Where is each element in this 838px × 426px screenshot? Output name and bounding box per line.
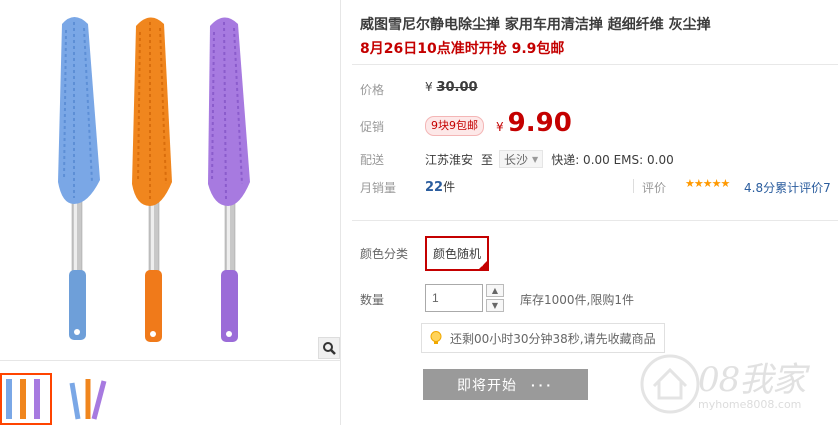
lightbulb-icon [430,331,442,344]
watermark-brand: 08我家 [698,360,806,400]
blue-duster [58,17,100,340]
quantity-increase-button[interactable]: ▲ [486,284,504,297]
rating-stars-icon: ★★★★★ [685,177,730,190]
ship-from: 江苏淮安 [425,152,474,167]
monthly-sales-unit: 件 [443,180,456,194]
currency-symbol: ¥ [425,80,433,94]
product-title: 威图雪尼尔静电除尘掸 家用车用清洁掸 超细纤维 灰尘掸 [360,17,711,33]
panel-divider [340,0,341,425]
thumbnail-strip [0,360,340,426]
check-icon: ✓ [480,261,486,269]
main-product-image [58,17,250,342]
chevron-down-icon: ▼ [532,154,539,164]
watermark-url: myhome8008.com [698,398,802,411]
monthly-sales-count: 22 [425,180,444,195]
house-logo-icon [640,354,700,414]
rating-score-link[interactable]: 4.8分累计评价7 [744,179,831,196]
shipping-fees: 快递: 0.00 EMS: 0.00 [551,152,674,167]
color-category-label: 颜色分类 [360,247,409,261]
price-label: 价格 [360,83,385,97]
original-price-value: 30.00 [436,80,478,95]
product-gallery [0,0,340,360]
stock-info: 库存1000件,限购1件 [520,293,634,307]
promo-badge: 9块9包邮 [425,116,484,136]
divider [352,64,838,65]
site-watermark: 08我家 myhome8008.com [640,340,838,425]
thumbnail-1[interactable] [0,373,52,425]
original-price: ¥ 30.00 [425,80,478,95]
delivery-label: 配送 [360,153,385,167]
city-select[interactable]: 长沙 ▼ [499,150,544,168]
orange-duster [132,17,172,342]
promo-price: ¥9.90 [496,108,572,138]
monthly-sales: 22件 [425,178,455,195]
magnifier-icon [323,342,336,355]
rating-label: 评价 [642,181,667,195]
quantity-label: 数量 [360,293,385,307]
color-option-random[interactable]: 颜色随机 ✓ [425,236,489,271]
product-subtitle: 8月26日10点准时开抢 9.9包邮 [360,41,565,57]
chevron-down-icon: ▼ [491,301,499,310]
countdown-notice: 还剩00小时30分钟38秒,请先收藏商品 [421,323,665,353]
ship-to-word: 至 [481,152,494,167]
coming-soon-label: 即将开始 [457,376,517,393]
divider [352,220,838,221]
promo-price-value: 9.90 [507,108,572,138]
color-option-label: 颜色随机 [432,247,481,261]
purple-duster [208,17,250,342]
countdown-text: 还剩00小时30分钟38秒,请先收藏商品 [450,331,656,346]
thumbnail-2[interactable] [64,373,116,425]
delivery-info: 江苏淮安 至 长沙 ▼ 快递: 0.00 EMS: 0.00 [425,150,674,168]
quantity-decrease-button[interactable]: ▼ [486,299,504,312]
more-dots-icon: ··· [531,376,554,393]
monthly-sales-label: 月销量 [360,181,397,195]
zoom-button[interactable] [318,337,340,359]
promo-label: 促销 [360,120,385,134]
currency-symbol: ¥ [496,120,504,134]
city-select-value: 长沙 [504,152,529,167]
coming-soon-button[interactable]: 即将开始 ··· [423,369,588,400]
quantity-input[interactable] [425,284,483,312]
divider [633,179,634,193]
chevron-up-icon: ▲ [491,286,499,295]
